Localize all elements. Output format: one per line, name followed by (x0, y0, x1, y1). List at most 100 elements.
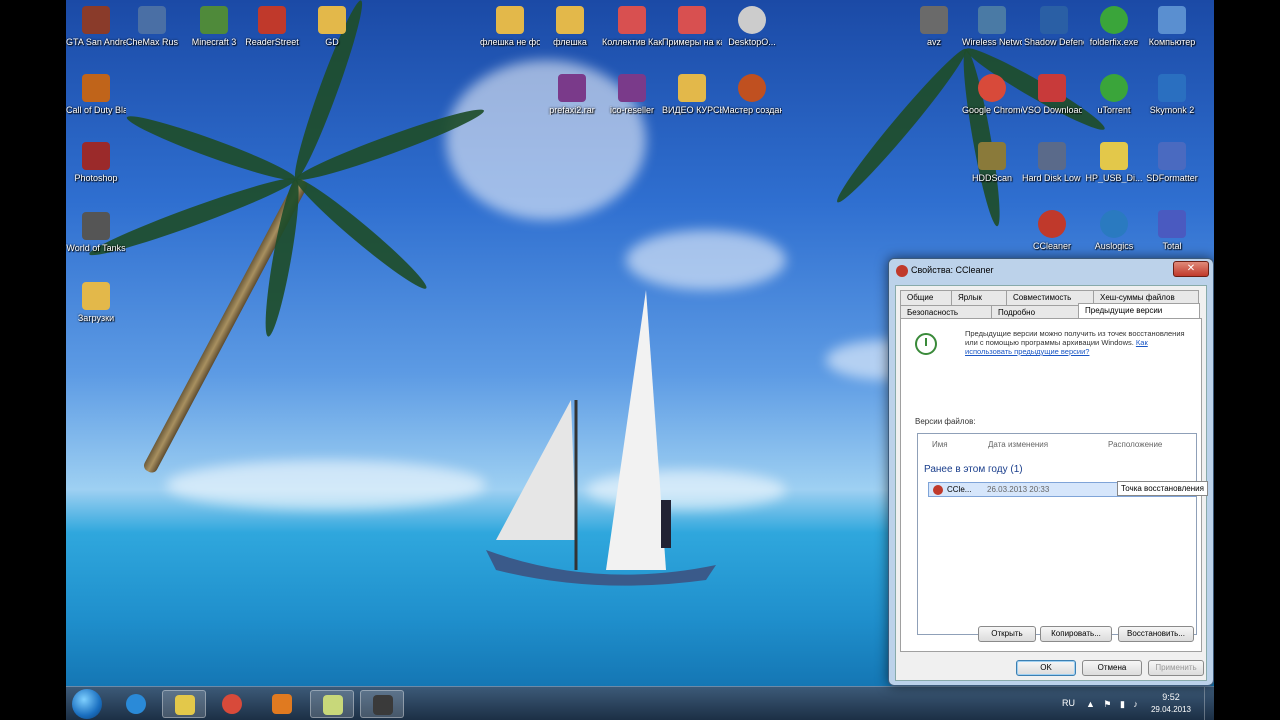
desktop-icon-vso[interactable]: VSO Downloader (1022, 74, 1082, 115)
document-icon (618, 6, 646, 34)
ccleaner-icon (1038, 210, 1066, 238)
desktop-icon-photoshop[interactable]: Photoshop (66, 142, 126, 183)
cloud (166, 460, 486, 510)
desktop-icon-doc-collect[interactable]: Коллектив Как работ... (602, 6, 662, 47)
desktop-icon-computer[interactable]: Компьютер (1142, 6, 1202, 47)
disc-icon (738, 6, 766, 34)
folder-icon (556, 6, 584, 34)
pdf-icon (258, 6, 286, 34)
app-icon (1158, 74, 1186, 102)
desktop-icon-folder-misc[interactable]: Загрузки (66, 282, 126, 323)
taskbar-media-player[interactable] (260, 690, 304, 718)
desktop-icon-ccleaner[interactable]: CCleaner (1022, 210, 1082, 251)
folder-icon (82, 282, 110, 310)
system-tray[interactable]: ▲ ⚑ ▮ ♪ (1086, 699, 1141, 710)
desktop-icon-harddisk[interactable]: Hard Disk Low Level... (1022, 142, 1082, 183)
media-player-icon (272, 694, 292, 714)
desktop-icon-wot[interactable]: World of Tanks (66, 212, 126, 253)
copy-button[interactable]: Копировать... (1040, 626, 1112, 642)
start-button[interactable] (72, 689, 102, 719)
clock-time[interactable]: 9:52 (1148, 692, 1194, 702)
group-header[interactable]: Ранее в этом году (1) (924, 464, 1023, 475)
desktop-icon-reader[interactable]: ReaderStreet (242, 6, 302, 47)
restore-button[interactable]: Восстановить... (1118, 626, 1194, 642)
folder-icon (496, 6, 524, 34)
dialog-body: Общие Ярлык Совместимость Хеш-суммы файл… (895, 285, 1208, 681)
desktop-icon-folder-flash[interactable]: флешка (540, 6, 600, 47)
desktop-icon-wireless[interactable]: Wireless Netwo... (962, 6, 1022, 47)
chrome-icon (222, 694, 242, 714)
game-icon (82, 6, 110, 34)
taskbar-explorer[interactable] (162, 690, 206, 718)
desktop-icon-hpusb[interactable]: HP_USB_Di... (1084, 142, 1144, 183)
shield-icon (1040, 6, 1068, 34)
tab-shortcut[interactable]: Ярлык (951, 290, 1007, 305)
properties-dialog: Свойства: CCleaner ✕ Общие Ярлык Совмест… (888, 258, 1214, 686)
item-date: 26.03.2013 20:33 (987, 485, 1050, 494)
desktop-icon-cod[interactable]: Call of Duty Black Ops 2 (66, 74, 126, 115)
usb-icon (1100, 142, 1128, 170)
desktop-icon-total[interactable]: Total (1142, 210, 1202, 251)
clock-date[interactable]: 29.04.2013 (1148, 705, 1194, 714)
desktop-icon-gta-sa[interactable]: GTA San Andreas (66, 6, 126, 47)
apply-button[interactable]: Применить (1148, 660, 1204, 676)
torrent-icon (1100, 74, 1128, 102)
folder-icon (678, 74, 706, 102)
ok-button[interactable]: OK (1016, 660, 1076, 676)
desktop-icon-shadow[interactable]: Shadow Defender (1024, 6, 1084, 47)
desktop-icon-dvd[interactable]: DesktopO... (722, 6, 782, 47)
game-icon (200, 6, 228, 34)
language-indicator[interactable]: RU (1062, 698, 1075, 708)
taskbar-chrome[interactable] (210, 690, 254, 718)
camera-icon (373, 695, 393, 715)
desktop-icon-skymonk[interactable]: Skymonk 2 (1142, 74, 1202, 115)
location-tooltip: Точка восстановления (1117, 481, 1208, 496)
desktop-icon-master[interactable]: Мастер создания в... (722, 74, 782, 115)
computer-icon (1158, 6, 1186, 34)
column-location[interactable]: Расположение (1108, 440, 1162, 449)
checkmark-icon (1100, 6, 1128, 34)
open-button[interactable]: Открыть (978, 626, 1036, 642)
show-desktop-button[interactable] (1204, 687, 1214, 720)
game-icon (82, 212, 110, 240)
sailboat (486, 290, 716, 586)
desktop-icon-chrome[interactable]: Google Chrome (962, 74, 1022, 115)
desktop-icon-auslogics[interactable]: Auslogics (1084, 210, 1144, 251)
desktop-icon-folder-gd[interactable]: GD (302, 6, 362, 47)
desktop-icon-utorrent[interactable]: uTorrent (1084, 74, 1144, 115)
file-versions-label: Версии файлов: (915, 417, 976, 426)
palm-frond (830, 43, 973, 208)
notes-icon (323, 695, 343, 715)
ie-icon (126, 694, 146, 714)
desktop-icon-rar1[interactable]: prefaxi2.rar (542, 74, 602, 115)
download-icon (1038, 74, 1066, 102)
versions-list[interactable]: Имя Дата изменения Расположение Ранее в … (917, 433, 1208, 635)
archive-icon (618, 74, 646, 102)
desktop-icon-doc-examples[interactable]: Примеры на каждый ... (662, 6, 722, 47)
desktop-icon-sdformatter[interactable]: SDFormatter (1142, 142, 1202, 183)
column-name[interactable]: Имя (932, 440, 948, 449)
tab-general[interactable]: Общие (900, 290, 952, 305)
taskbar-notes[interactable] (310, 690, 354, 718)
taskbar-ie[interactable] (114, 690, 158, 718)
cancel-button[interactable]: Отмена (1082, 660, 1142, 676)
desktop-icon-chemax[interactable]: CheMax Rus (122, 6, 182, 47)
desktop-icon-rar2[interactable]: ico-reseller (602, 74, 662, 115)
desktop-icon-avz[interactable]: avz (904, 6, 964, 47)
chrome-icon (978, 74, 1006, 102)
desktop-icon-minecraft[interactable]: Minecraft 3 (184, 6, 244, 47)
column-date[interactable]: Дата изменения (988, 440, 1048, 449)
ccleaner-icon (896, 265, 908, 277)
folder-icon (175, 695, 195, 715)
app-icon (138, 6, 166, 34)
taskbar-recorder[interactable] (360, 690, 404, 718)
list-item[interactable]: CCle... 26.03.2013 20:33 Точка восстанов… (928, 481, 1208, 497)
desktop-icon-folder-flash-fmt[interactable]: флешка не форматир... (480, 6, 540, 47)
info-text: Предыдущие версии можно получить из точе… (965, 329, 1191, 356)
desktop-icon-folderfix[interactable]: folderfix.exe (1084, 6, 1144, 47)
folder-icon (318, 6, 346, 34)
desktop-icon-folder-video[interactable]: ВИДЕО КУРСЫ С... (662, 74, 722, 115)
desktop-icon-hddscan[interactable]: HDDScan (962, 142, 1022, 183)
close-button[interactable]: ✕ (1173, 261, 1209, 277)
disc-icon (738, 74, 766, 102)
